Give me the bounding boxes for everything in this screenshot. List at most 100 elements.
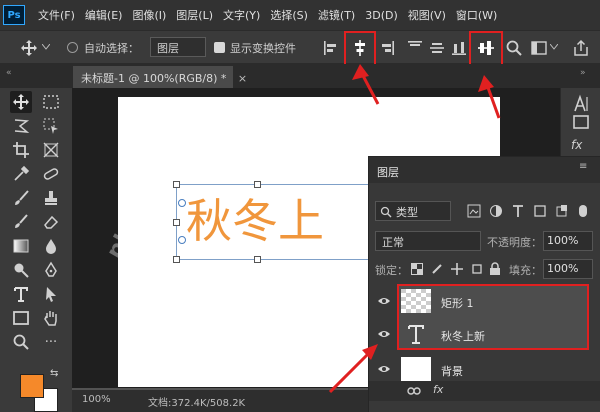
- layers-panel-title[interactable]: 图层: [377, 164, 399, 180]
- dodge-tool[interactable]: [10, 259, 32, 281]
- auto-select-checkbox[interactable]: [67, 42, 78, 53]
- stamp-tool[interactable]: [40, 187, 62, 209]
- show-transform-checkbox[interactable]: [214, 42, 225, 53]
- hand-tool[interactable]: [40, 307, 62, 329]
- healing-brush-tool[interactable]: [40, 163, 62, 185]
- transform-handle[interactable]: [254, 256, 261, 263]
- lock-artboard-icon[interactable]: [471, 263, 483, 275]
- chevron-down-icon[interactable]: [550, 44, 558, 50]
- filter-smart-object-icon[interactable]: [555, 204, 569, 218]
- blur-tool[interactable]: [40, 235, 62, 257]
- layer-name: 矩形 1: [441, 297, 474, 310]
- menu-window[interactable]: 窗口(W): [451, 7, 502, 23]
- auto-select-dropdown[interactable]: 图层: [150, 37, 206, 57]
- lock-pixels-icon[interactable]: [431, 263, 443, 275]
- lock-transparent-icon[interactable]: [411, 263, 423, 275]
- lock-position-icon[interactable]: [451, 263, 463, 275]
- menu-3d[interactable]: 3D(D): [360, 9, 403, 22]
- blend-opacity-row: 正常 不透明度： 100%: [369, 231, 600, 253]
- menu-file[interactable]: 文件(F): [33, 7, 80, 23]
- blend-mode-value: 正常: [382, 236, 404, 249]
- menu-filter[interactable]: 滤镜(T): [313, 7, 360, 23]
- move-tool[interactable]: [10, 91, 32, 113]
- pen-tool[interactable]: [40, 259, 62, 281]
- fill-value: 100%: [547, 262, 579, 275]
- frame-tool[interactable]: [40, 139, 62, 161]
- filter-type-icon[interactable]: [511, 204, 525, 218]
- type-tool[interactable]: [10, 283, 32, 305]
- menu-image[interactable]: 图像(I): [127, 7, 171, 23]
- transform-handle[interactable]: [173, 181, 180, 188]
- align-vertical-center-icon[interactable]: [428, 39, 446, 57]
- close-icon[interactable]: ×: [238, 72, 247, 85]
- more-tools[interactable]: ···: [40, 331, 62, 353]
- layers-panel: 图层 ≡ 类型 正常 不透明度： 100% 锁定： 填充： 100% 矩形 1 …: [368, 156, 600, 412]
- zoom-icon: [13, 334, 29, 350]
- fill-field[interactable]: 100%: [543, 259, 593, 279]
- opacity-field[interactable]: 100%: [543, 231, 593, 251]
- filter-pixel-icon[interactable]: [467, 204, 481, 218]
- frame-icon: [43, 142, 59, 158]
- brush-tool[interactable]: [10, 187, 32, 209]
- move-tool-icon[interactable]: [20, 39, 38, 57]
- transform-handle[interactable]: [173, 219, 180, 226]
- layer-thumbnail-white: [401, 357, 431, 381]
- shape-tool[interactable]: [10, 307, 32, 329]
- filter-toggle[interactable]: [579, 205, 587, 217]
- fx-panel-icon[interactable]: fx: [571, 138, 582, 152]
- filter-adjustment-icon[interactable]: [489, 204, 503, 218]
- lasso-tool[interactable]: [10, 115, 32, 137]
- search-icon[interactable]: [505, 39, 523, 57]
- share-icon[interactable]: [572, 39, 590, 57]
- chevron-down-icon[interactable]: [42, 44, 50, 50]
- expand-icon[interactable]: »: [580, 68, 586, 78]
- eyedropper-tool[interactable]: [10, 163, 32, 185]
- paragraph-panel-icon[interactable]: [571, 112, 591, 132]
- rectangle-icon: [13, 311, 29, 325]
- menu-layer[interactable]: 图层(L): [171, 7, 218, 23]
- menu-select[interactable]: 选择(S): [265, 7, 313, 23]
- document-tab[interactable]: 未标题-1 @ 100%(RGB/8) * ×: [73, 66, 247, 88]
- filter-shape-icon[interactable]: [533, 204, 547, 218]
- crop-tool[interactable]: [10, 139, 32, 161]
- transform-handle[interactable]: [173, 256, 180, 263]
- workspace-icon[interactable]: [530, 39, 548, 57]
- eyedropper-icon: [14, 165, 30, 181]
- gradient-tool[interactable]: [10, 235, 32, 257]
- menu-view[interactable]: 视图(V): [403, 7, 451, 23]
- layer-row-rectangle[interactable]: 矩形 1: [369, 285, 589, 317]
- history-brush-tool[interactable]: [10, 211, 32, 233]
- object-select-tool[interactable]: [40, 115, 62, 137]
- zoom-tool[interactable]: [10, 331, 32, 353]
- align-horizontal-center-icon[interactable]: [351, 39, 369, 57]
- fill-label: 填充：: [509, 264, 542, 277]
- path-select-tool[interactable]: [40, 283, 62, 305]
- layer-row-text[interactable]: 秋冬上新: [369, 318, 589, 350]
- drop-icon: [46, 239, 56, 254]
- collapse-icon[interactable]: «: [6, 68, 12, 78]
- panel-menu-icon[interactable]: ≡: [579, 161, 587, 172]
- layer-filter-dropdown[interactable]: 类型: [375, 201, 451, 221]
- blend-mode-dropdown[interactable]: 正常: [375, 231, 481, 251]
- eye-icon[interactable]: [377, 296, 391, 306]
- eye-icon[interactable]: [377, 364, 391, 374]
- foreground-color-swatch[interactable]: [20, 374, 44, 398]
- align-right-icon[interactable]: [378, 39, 396, 57]
- character-panel-icon[interactable]: [571, 94, 591, 114]
- align-left-icon[interactable]: [322, 39, 340, 57]
- lock-all-icon[interactable]: [489, 262, 501, 276]
- eraser-tool[interactable]: [40, 211, 62, 233]
- align-top-icon[interactable]: [406, 39, 424, 57]
- zoom-level[interactable]: 100%: [82, 394, 111, 405]
- menu-edit[interactable]: 编辑(E): [80, 7, 128, 23]
- swap-colors-icon[interactable]: ⇆: [50, 368, 58, 379]
- menu-type[interactable]: 文字(Y): [218, 7, 265, 23]
- add-layer-style-icon[interactable]: fx: [433, 383, 443, 396]
- link-layers-icon[interactable]: [407, 385, 421, 397]
- transform-handle[interactable]: [254, 181, 261, 188]
- eye-icon[interactable]: [377, 329, 391, 339]
- crop-icon: [13, 142, 29, 158]
- marquee-tool[interactable]: [40, 91, 62, 113]
- align-bottom-icon[interactable]: [450, 39, 468, 57]
- align-vertical-centers-icon[interactable]: [477, 39, 495, 57]
